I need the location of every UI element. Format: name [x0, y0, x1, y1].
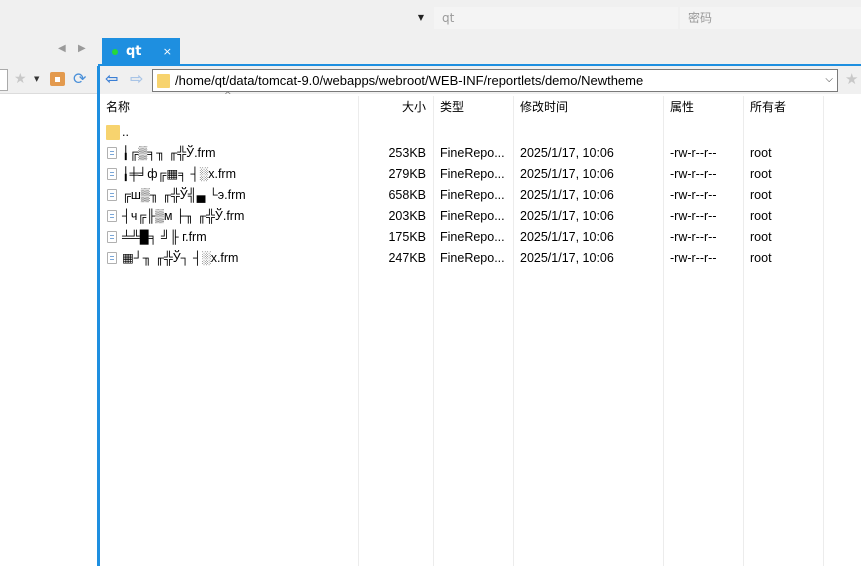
file-name: ╽╔▒╕╖ ╓╬Ў.frm	[122, 146, 216, 160]
folder-icon	[106, 125, 120, 140]
bookmark-dropdown-icon[interactable]: ▼	[34, 75, 39, 83]
back-icon[interactable]: ⇦	[105, 69, 118, 88]
session-tab-bar: ◀ ▶ qt ×	[0, 36, 861, 66]
file-name: ╧╩█╕ ╝╟ г.frm	[122, 230, 207, 244]
file-modified: 2025/1/17, 10:06	[520, 209, 614, 223]
file-row[interactable]: ┤ч╔╟▒м ├╖ ╓╬Ў.frm 203KB FineRepo... 2025…	[100, 206, 861, 227]
file-icon	[107, 168, 117, 180]
file-owner: root	[750, 146, 772, 160]
folder-icon	[157, 74, 170, 88]
file-name: ╔ш▒╖ ╓╬Ў╣▄ └э.frm	[122, 188, 246, 202]
file-type: FineRepo...	[440, 167, 505, 181]
remote-path-input[interactable]: /home/qt/data/tomcat-9.0/webapps/webroot…	[152, 69, 838, 92]
file-type: FineRepo...	[440, 209, 505, 223]
refresh-icon[interactable]: ⟳	[73, 69, 86, 88]
file-size: 203KB	[388, 209, 426, 223]
file-permissions: -rw-r--r--	[670, 251, 717, 265]
local-toolbar: ★ ▼ ⟳	[0, 66, 97, 94]
remote-bookmark-icon[interactable]: ★	[845, 70, 858, 88]
file-row[interactable]: ▦┘╖ ╓╬Ў┐ ┤░x.frm 247KB FineRepo... 2025/…	[100, 248, 861, 269]
column-modified[interactable]: 修改时间	[520, 96, 568, 118]
connected-status-icon	[112, 49, 118, 55]
file-owner: root	[750, 251, 772, 265]
file-modified: 2025/1/17, 10:06	[520, 230, 614, 244]
file-size: 658KB	[388, 188, 426, 202]
tab-next-icon[interactable]: ▶	[78, 43, 86, 54]
file-permissions: -rw-r--r--	[670, 167, 717, 181]
password-field[interactable]: 密码	[680, 7, 861, 29]
file-owner: root	[750, 230, 772, 244]
file-owner: root	[750, 209, 772, 223]
forward-icon[interactable]: ⇨	[130, 69, 143, 88]
column-name[interactable]: 名称	[106, 96, 130, 118]
username-field[interactable]: qt	[434, 7, 678, 29]
file-icon	[107, 231, 117, 243]
host-dropdown-icon[interactable]: ▼	[418, 7, 424, 29]
tab-label: qt	[126, 44, 142, 59]
file-permissions: -rw-r--r--	[670, 188, 717, 202]
remote-path-text: /home/qt/data/tomcat-9.0/webapps/webroot…	[175, 73, 644, 88]
file-size: 247KB	[388, 251, 426, 265]
file-icon	[107, 252, 117, 264]
file-permissions: -rw-r--r--	[670, 209, 717, 223]
column-size[interactable]: 大小	[402, 96, 426, 118]
local-pane: ★ ▼ ⟳	[0, 66, 97, 566]
column-permissions[interactable]: 属性	[670, 96, 694, 118]
file-type: FineRepo...	[440, 251, 505, 265]
file-name: ..	[122, 125, 129, 139]
file-row[interactable]: ╔ш▒╖ ╓╬Ў╣▄ └э.frm 658KB FineRepo... 2025…	[100, 185, 861, 206]
column-owner[interactable]: 所有者	[750, 96, 786, 118]
file-row[interactable]: ╽╪╛ф╔▦╕ ┤░x.frm 279KB FineRepo... 2025/1…	[100, 164, 861, 185]
local-bookmark-icon[interactable]: ★	[14, 71, 27, 87]
host-select[interactable]: ▼	[0, 7, 430, 29]
path-dropdown-icon[interactable]: ⌵	[825, 74, 833, 85]
file-row[interactable]: ╧╩█╕ ╝╟ г.frm 175KB FineRepo... 2025/1/1…	[100, 227, 861, 248]
home-folder-icon[interactable]	[50, 72, 65, 86]
tab-close-icon[interactable]: ×	[163, 38, 172, 66]
file-name: ┤ч╔╟▒м ├╖ ╓╬Ў.frm	[122, 209, 245, 223]
file-icon	[107, 189, 117, 201]
file-modified: 2025/1/17, 10:06	[520, 188, 614, 202]
parent-dir-row[interactable]: ..	[100, 122, 861, 143]
file-size: 279KB	[388, 167, 426, 181]
file-type: FineRepo...	[440, 146, 505, 160]
file-list-header: ^ 名称 大小 类型 修改时间 属性 所有者	[100, 91, 861, 118]
remote-pane: ⇦ ⇨ /home/qt/data/tomcat-9.0/webapps/web…	[100, 66, 861, 566]
file-type: FineRepo...	[440, 230, 505, 244]
tab-qt[interactable]: qt ×	[102, 38, 180, 66]
file-modified: 2025/1/17, 10:06	[520, 167, 614, 181]
file-size: 253KB	[388, 146, 426, 160]
tab-prev-icon[interactable]: ◀	[58, 43, 66, 54]
file-permissions: -rw-r--r--	[670, 146, 717, 160]
file-icon	[107, 147, 117, 159]
file-name: ╽╪╛ф╔▦╕ ┤░x.frm	[122, 167, 237, 181]
sort-ascending-icon: ^	[224, 91, 232, 101]
connection-bar: ▼ qt 密码	[0, 0, 861, 36]
remote-toolbar: ⇦ ⇨ /home/qt/data/tomcat-9.0/webapps/web…	[100, 66, 861, 94]
file-permissions: -rw-r--r--	[670, 230, 717, 244]
column-type[interactable]: 类型	[440, 96, 464, 118]
local-path-input[interactable]	[0, 69, 8, 91]
file-owner: root	[750, 167, 772, 181]
file-type: FineRepo...	[440, 188, 505, 202]
file-modified: 2025/1/17, 10:06	[520, 146, 614, 160]
file-size: 175KB	[388, 230, 426, 244]
file-modified: 2025/1/17, 10:06	[520, 251, 614, 265]
file-icon	[107, 210, 117, 222]
file-name: ▦┘╖ ╓╬Ў┐ ┤░x.frm	[122, 251, 239, 265]
file-row[interactable]: ╽╔▒╕╖ ╓╬Ў.frm 253KB FineRepo... 2025/1/1…	[100, 143, 861, 164]
file-owner: root	[750, 188, 772, 202]
